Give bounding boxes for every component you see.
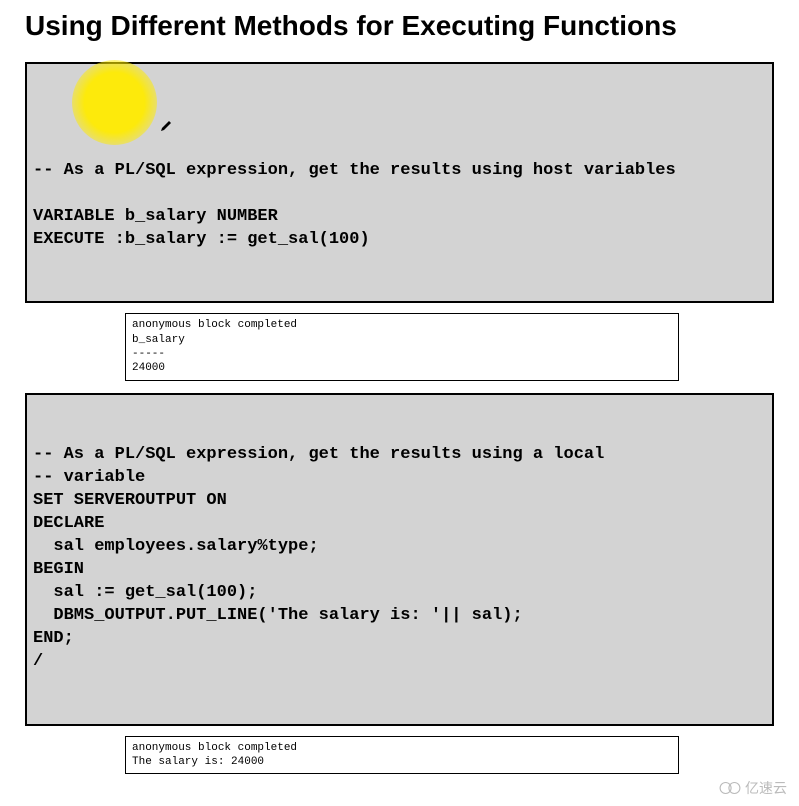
code-text: -- As a PL/SQL expression, get the resul… [33, 160, 766, 252]
code-block-local-variable: -- As a PL/SQL expression, get the resul… [25, 393, 774, 726]
code-text: -- As a PL/SQL expression, get the resul… [33, 444, 766, 673]
slide-content: Using Different Methods for Executing Fu… [0, 10, 799, 806]
output-block-1: anonymous block completed b_salary -----… [125, 313, 679, 380]
watermark-icon [719, 781, 741, 795]
code-block-host-variables: -- As a PL/SQL expression, get the resul… [25, 62, 774, 303]
pencil-cursor-icon [109, 100, 173, 159]
output-block-2: anonymous block completed The salary is:… [125, 736, 679, 775]
page-title: Using Different Methods for Executing Fu… [25, 10, 774, 42]
watermark: 亿速云 [719, 778, 787, 798]
watermark-text: 亿速云 [745, 778, 787, 798]
